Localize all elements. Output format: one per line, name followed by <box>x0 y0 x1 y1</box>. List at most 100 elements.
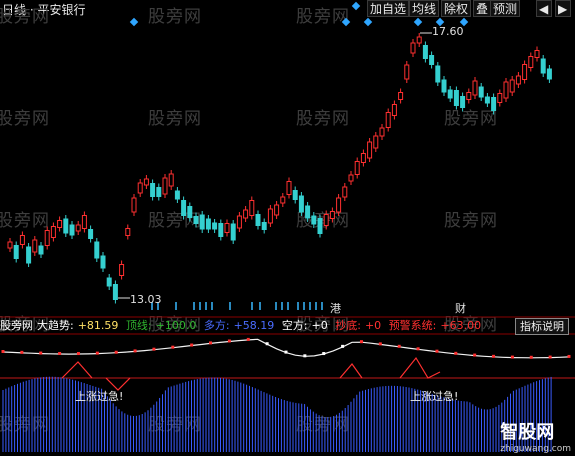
trend-dot <box>529 355 533 359</box>
candle <box>416 36 422 44</box>
candle <box>57 220 63 228</box>
trend-dot <box>567 354 571 358</box>
bottom-label: 抄底: <box>335 319 361 332</box>
candle <box>50 226 56 238</box>
candle <box>119 264 125 276</box>
trend-dot <box>435 349 439 353</box>
indicator-name: 股旁网 <box>0 319 33 332</box>
trend-value: +81.59 <box>77 319 119 332</box>
candle <box>243 209 249 219</box>
trend-dot <box>20 350 24 354</box>
candle <box>336 197 342 213</box>
candle <box>286 181 292 195</box>
trend-dot <box>190 343 194 347</box>
signal-diamond <box>363 17 373 27</box>
trend-dot <box>1 350 5 353</box>
trend-dot <box>548 355 552 359</box>
candle <box>255 214 261 226</box>
candle <box>19 235 25 245</box>
candle <box>199 214 205 230</box>
warning-spike <box>339 363 363 379</box>
trend-dot <box>265 342 269 346</box>
candle <box>342 186 348 198</box>
warning-spike <box>399 356 441 379</box>
indicator-bar: 股旁网 大趋势: +81.59 顶线: +100.0 多方: +58.19 空方: +0 … <box>0 318 575 334</box>
candle <box>305 205 311 219</box>
candle <box>212 222 218 230</box>
candle <box>379 127 385 137</box>
logo-url: zhiguwang.com <box>500 444 571 454</box>
candle <box>280 196 286 204</box>
candle <box>404 64 410 80</box>
candle <box>156 187 162 197</box>
logo-name: 智股网 <box>500 422 555 443</box>
candle <box>447 89 453 99</box>
candle <box>484 96 490 104</box>
candle <box>435 65 441 83</box>
candle <box>391 104 397 116</box>
candle <box>174 190 180 200</box>
candle <box>329 211 335 219</box>
candle <box>81 215 87 229</box>
candle <box>205 218 211 230</box>
candle <box>193 216 199 224</box>
candle <box>131 197 137 213</box>
signal-diamond <box>341 17 351 27</box>
candle <box>491 97 497 111</box>
trend-dot <box>416 347 420 351</box>
candle <box>137 182 143 194</box>
trend-label: 大趋势: <box>37 319 74 332</box>
candle <box>75 224 81 232</box>
warning-spike <box>61 361 93 379</box>
signal-diamond <box>413 17 423 27</box>
top-line-value: +100.0 <box>155 319 197 332</box>
candle <box>317 218 323 234</box>
bull-value: +58.19 <box>233 319 275 332</box>
trend-line <box>2 338 570 359</box>
event-marker-finance: 财 <box>455 302 466 315</box>
candle <box>38 245 44 255</box>
candle <box>546 68 552 80</box>
candle <box>143 178 149 186</box>
rise-too-fast-note: 上涨过急! <box>410 390 459 403</box>
candle <box>88 229 94 239</box>
candle <box>497 93 503 103</box>
trend-dot <box>473 353 477 357</box>
candle <box>150 183 156 197</box>
signal-diamond <box>129 17 139 27</box>
candle <box>348 174 354 182</box>
event-marker-hk: 港 <box>330 302 341 315</box>
trend-dot <box>133 349 137 353</box>
candle <box>112 284 118 300</box>
candle <box>7 241 13 249</box>
candle <box>410 42 416 54</box>
candle <box>44 230 50 246</box>
trend-dot <box>227 339 231 343</box>
candle <box>106 277 112 287</box>
candle <box>422 45 428 59</box>
trend-dot <box>246 337 250 341</box>
candle <box>94 241 100 259</box>
candle <box>453 90 459 106</box>
trend-dot <box>284 350 288 354</box>
trend-dot <box>95 351 99 355</box>
candle <box>472 80 478 96</box>
trend-dot <box>114 350 118 354</box>
candle <box>460 96 466 108</box>
trend-dot <box>454 351 458 355</box>
candle <box>398 92 404 100</box>
trend-dot <box>359 340 363 344</box>
trend-dot <box>492 354 496 358</box>
indicator-help-button[interactable]: 指标说明 <box>515 318 569 335</box>
bear-label: 空方: <box>281 319 308 332</box>
trend-dot <box>397 344 401 348</box>
candle <box>63 218 69 234</box>
trend-dot <box>171 345 175 349</box>
candle <box>261 222 267 230</box>
site-logo: 智股网 zhiguwang.com <box>500 418 571 454</box>
trend-dot <box>510 355 514 359</box>
candle <box>503 81 509 99</box>
candle <box>478 86 484 98</box>
candle <box>69 224 75 236</box>
high-price-label: 17.60 <box>432 25 464 38</box>
